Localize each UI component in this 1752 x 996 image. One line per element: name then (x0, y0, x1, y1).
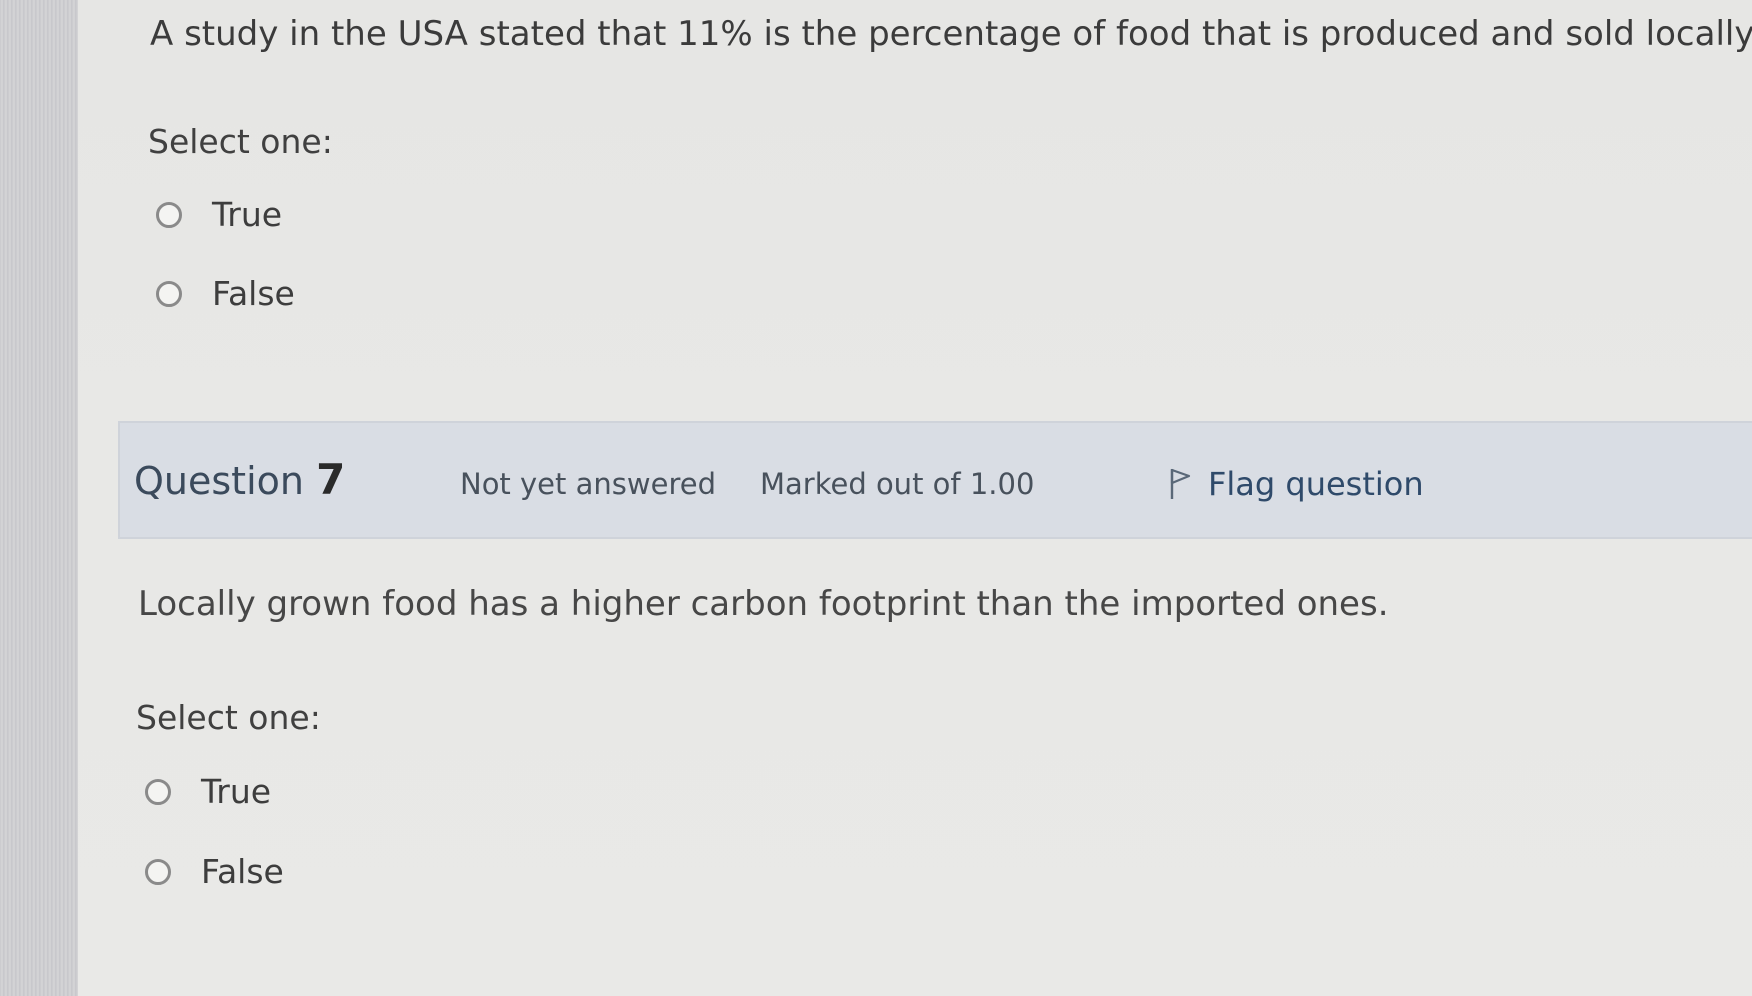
radio-button[interactable] (156, 280, 182, 307)
flag-question-label[interactable]: Flag question (1208, 465, 1424, 503)
option-label: False (201, 852, 284, 891)
question-6-text: A study in the USA stated that 11% is th… (150, 14, 1752, 54)
radio-button[interactable] (156, 201, 182, 228)
question-number-value: 7 (316, 455, 346, 504)
question-7-text: Locally grown food has a higher carbon f… (138, 584, 1389, 624)
question-prefix: Question (134, 459, 304, 503)
option-label: True (201, 772, 272, 811)
question-grade: Marked out of 1.00 (760, 467, 1035, 501)
question-state: Not yet answered (460, 467, 716, 501)
question-6-select-label: Select one: (148, 122, 333, 161)
question-7-info-bar: Question 7 Not yet answered Marked out o… (118, 421, 1752, 539)
radio-button[interactable] (145, 778, 171, 805)
left-margin-strip (0, 0, 78, 996)
radio-button[interactable] (145, 858, 171, 885)
flag-icon (1170, 468, 1191, 499)
option-label: False (212, 274, 295, 313)
option-label: True (212, 195, 283, 234)
question-number: Question 7 (134, 455, 345, 504)
question-6-option-false[interactable]: False (156, 274, 295, 313)
question-7-option-true[interactable]: True (145, 772, 271, 811)
question-7-select-label: Select one: (136, 698, 321, 737)
question-7-option-false[interactable]: False (145, 852, 284, 891)
question-6-option-true[interactable]: True (156, 195, 282, 234)
flag-question-button[interactable]: Flag question (1168, 465, 1424, 503)
